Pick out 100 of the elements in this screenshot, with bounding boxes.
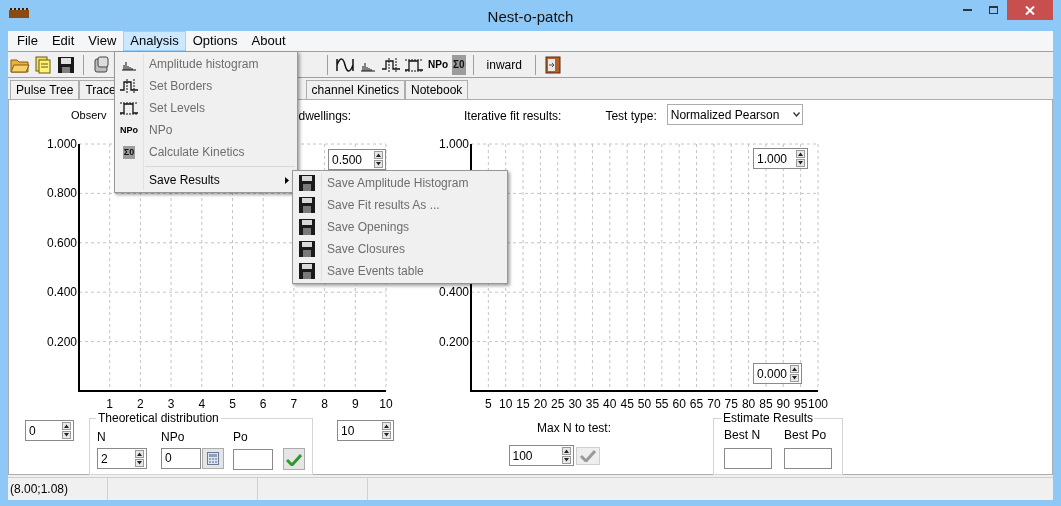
input-field[interactable]: 0 [161,448,201,469]
tick-label: 0.200 [46,334,77,349]
spin-arrows-icon[interactable] [62,422,71,439]
stack-icon[interactable] [91,54,111,75]
tick-label: 60 [672,397,686,411]
menu-item[interactable]: Analysis [123,31,186,51]
tick-label: 0.200 [438,334,469,349]
spin-arrows-icon[interactable] [796,150,805,167]
spin-arrows-icon[interactable] [382,422,391,439]
test-type-dropdown[interactable]: Normalized Pearson [666,104,803,125]
spin-field[interactable]: 1.000 [753,148,808,169]
tick-label: 75 [724,397,738,411]
tick-label: 5 [485,397,492,411]
tick-label: 95 [793,397,808,411]
tick-label: 55 [655,397,669,411]
floppy-icon [299,241,315,257]
tick-label: 1.000 [438,137,469,151]
tick-label: 20 [533,397,548,411]
spin-arrows-icon[interactable] [790,365,799,382]
tick-label: 4 [198,397,206,411]
tick-label: 3 [167,397,175,411]
npo-icon[interactable]: NPo [427,54,449,75]
chevron-down-icon [792,112,800,117]
tick-label: 25 [551,397,565,411]
calculator-icon [207,452,219,465]
spin-arrows-icon[interactable] [135,450,144,467]
tick-label: 1.000 [46,137,77,151]
field-label: Best N [724,428,762,442]
menu-item[interactable]: About [244,31,293,51]
checkmark-icon [286,452,302,466]
tick-label: 100 [808,397,828,411]
tick-label: 6 [259,397,267,411]
tick-label: 8 [321,397,328,411]
field-label: N [97,430,107,444]
menu-item[interactable]: File [10,31,45,51]
tick-label: 1 [106,397,114,411]
spin-field[interactable]: 2 [97,448,147,469]
spin-field[interactable]: 0.500 [328,149,386,170]
tick-label: 15 [516,397,530,411]
floppy-icon [299,263,315,279]
spin-arrows-icon[interactable] [374,151,383,168]
tick-label: 0.400 [438,285,469,300]
npo-icon: NPo [119,123,139,137]
floppy-icon [299,197,315,213]
field-label: Test type: [605,108,657,125]
input-field[interactable] [233,448,273,470]
sum-icon: Σ0 [122,145,136,159]
heading-label: Iterative fit results: [464,108,562,125]
tick-label: 35 [585,397,600,411]
save-icon[interactable] [56,54,76,75]
tick-label: 45 [620,397,634,411]
menu-item[interactable]: Edit [44,31,82,51]
tick-label: 80 [741,397,756,411]
tab[interactable]: channel Kinetics [305,80,405,99]
tick-label: 7 [290,397,298,411]
tick-label: 0.800 [46,186,77,201]
tick-label: 0.600 [46,235,77,250]
minimize-icon [962,9,972,11]
field-label: NPo [161,430,186,444]
output-field [784,448,833,469]
spin-field[interactable]: 0.000 [753,363,802,384]
tick-label: 30 [568,397,582,411]
output-field [724,448,773,469]
tick-label: 65 [689,397,704,411]
apply-button[interactable] [283,448,305,470]
tick-label: 2 [137,397,144,411]
menu-item[interactable]: View [81,31,124,51]
close-button[interactable] [1007,0,1053,20]
spin-field[interactable]: 10 [337,420,394,441]
direction-button[interactable]: inward [480,55,528,74]
spin-arrows-icon[interactable] [561,447,571,464]
tick-label: 10 [379,397,393,411]
floppy-icon [299,219,315,235]
group-title: Theoretical distribution [96,411,221,425]
close-icon [1025,5,1035,15]
maximize-icon [989,6,998,14]
tick-label: 70 [707,397,721,411]
field-label: Max N to test: [537,420,612,437]
floppy-icon [299,175,315,191]
status-text: (8.00;1.08) [10,481,69,498]
exit-door-icon[interactable] [542,54,563,75]
tick-label: 9 [351,397,359,411]
tick-label: 90 [776,397,790,411]
window-title: Nest-o-patch [487,7,574,27]
group-title: Estimate Results [722,411,815,425]
tick-label: 10 [499,397,513,411]
tab[interactable]: Pulse Tree [10,80,80,99]
tick-label: 40 [603,397,617,411]
spin-field[interactable]: 0 [25,420,74,441]
heading-label: Observ [71,108,107,123]
tick-label: 0.400 [46,285,77,300]
sum-icon[interactable]: Σ0 [452,54,466,75]
calculator-button[interactable] [202,448,224,469]
spin-field[interactable]: 100 [508,445,574,466]
menu-item[interactable]: Options [185,31,245,51]
app-icon [9,8,29,18]
submenu-arrow-icon [285,176,289,184]
checkmark-icon [579,449,596,462]
tick-label: 5 [229,397,236,411]
tab[interactable]: Notebook [405,80,469,99]
